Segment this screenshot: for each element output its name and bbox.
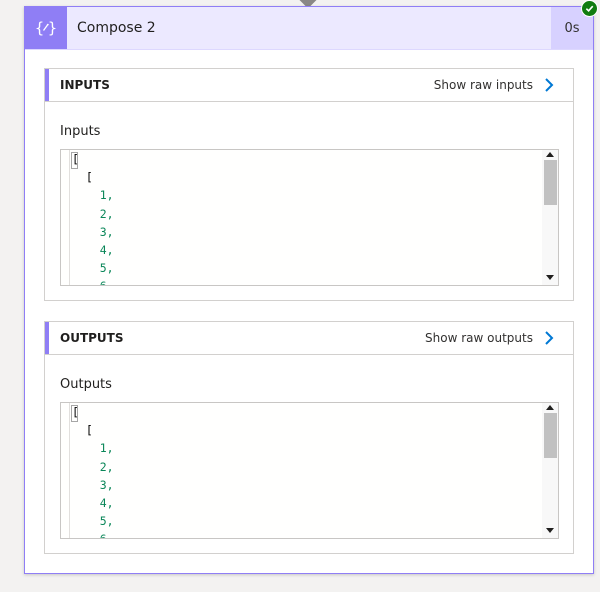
code-line: 4, [72, 495, 114, 510]
code-line: 1, [72, 441, 114, 456]
code-line: 3, [72, 224, 114, 239]
code-line: 2, [72, 459, 114, 474]
indent-guide [69, 150, 70, 285]
chevron-right-icon[interactable] [541, 330, 557, 346]
code-line: [ [72, 170, 93, 185]
outputs-field-label: Outputs [60, 377, 112, 392]
code-line: 6, [72, 530, 114, 538]
outputs-code-viewer[interactable]: [ [ 1, 2, 3, 4, 5, 6, [60, 402, 559, 539]
vertical-scrollbar[interactable] [542, 150, 558, 285]
inputs-section-title: INPUTS [60, 78, 110, 92]
chevron-right-icon[interactable] [541, 77, 557, 93]
inputs-code-text: [ [ 1, 2, 3, 4, 5, 6, [72, 150, 114, 285]
compose-curly-braces-icon: { } [25, 7, 67, 49]
scroll-up-arrow-icon[interactable] [546, 405, 554, 410]
action-title: Compose 2 [77, 20, 156, 36]
code-line: 3, [72, 477, 114, 492]
outputs-section-title: OUTPUTS [60, 331, 124, 345]
svg-text:{: { [35, 19, 44, 37]
vertical-scrollbar[interactable] [542, 403, 558, 538]
inputs-section-header: INPUTS Show raw inputs [45, 69, 573, 102]
code-line: [ [72, 405, 79, 419]
code-line: 2, [72, 206, 114, 221]
code-line: 5, [72, 261, 114, 276]
outputs-code-text: [ [ 1, 2, 3, 4, 5, 6, [72, 403, 114, 538]
inputs-section: INPUTS Show raw inputs Inputs [ [ 1, 2, … [44, 68, 574, 301]
outputs-section: OUTPUTS Show raw outputs Outputs [ [ 1, … [44, 321, 574, 554]
outputs-section-header: OUTPUTS Show raw outputs [45, 322, 573, 355]
svg-text:}: } [48, 19, 57, 37]
code-line: 5, [72, 514, 114, 529]
code-line: [ [72, 423, 93, 438]
code-line: 6, [72, 277, 114, 285]
scroll-thumb[interactable] [544, 160, 557, 205]
action-header[interactable]: { } Compose 2 0s [25, 7, 593, 50]
indent-guide [69, 403, 70, 538]
code-line: 1, [72, 188, 114, 203]
scroll-thumb[interactable] [544, 413, 557, 458]
success-check-icon [581, 0, 598, 17]
scroll-down-arrow-icon[interactable] [546, 275, 554, 280]
code-line: 4, [72, 242, 114, 257]
scroll-down-arrow-icon[interactable] [546, 528, 554, 533]
scroll-up-arrow-icon[interactable] [546, 152, 554, 157]
show-raw-outputs-link[interactable]: Show raw outputs [425, 322, 533, 354]
inputs-code-viewer[interactable]: [ [ 1, 2, 3, 4, 5, 6, [60, 149, 559, 286]
code-line: [ [72, 152, 79, 166]
compose-action-card: { } Compose 2 0s INPUTS Show raw inputs … [24, 6, 594, 574]
inputs-field-label: Inputs [60, 124, 101, 139]
show-raw-inputs-link[interactable]: Show raw inputs [434, 69, 533, 101]
